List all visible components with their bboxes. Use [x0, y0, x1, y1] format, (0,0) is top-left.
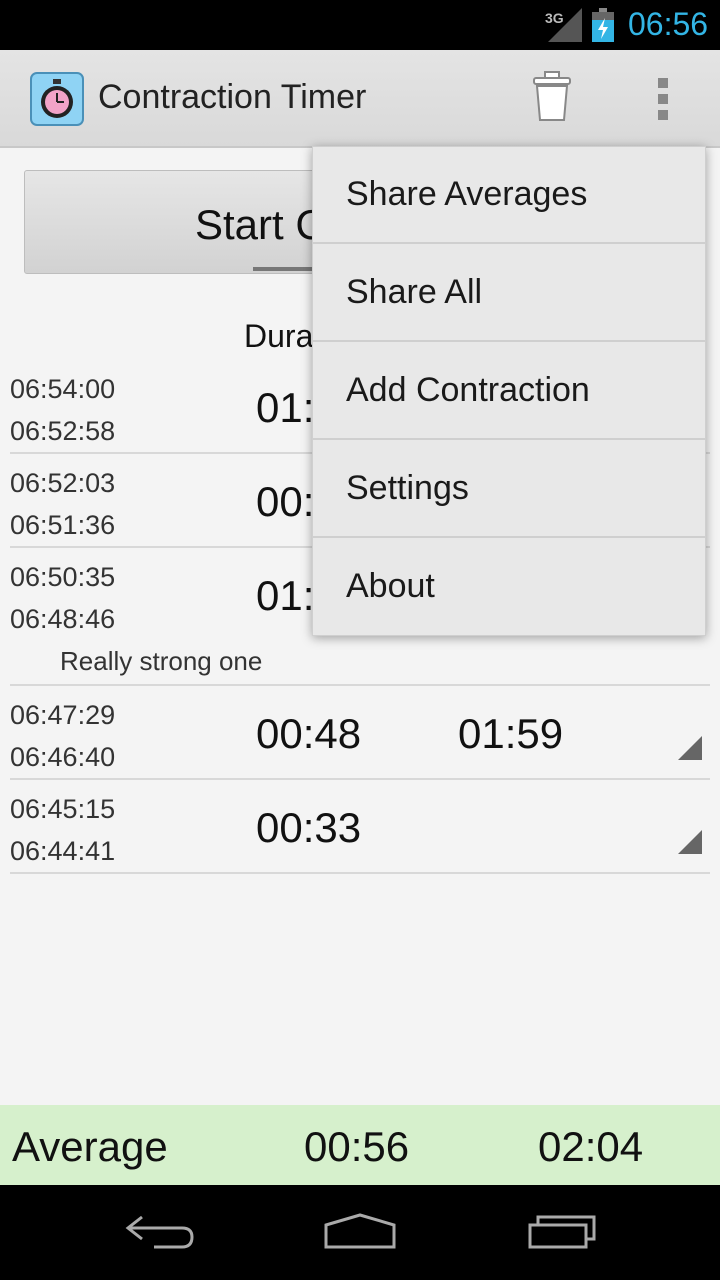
- contraction-end-time: 06:46:40: [10, 742, 116, 772]
- menu-item-label: Share All: [346, 273, 483, 311]
- home-icon[interactable]: [322, 1211, 398, 1251]
- menu-item-add-contraction[interactable]: Add Contraction: [313, 343, 705, 440]
- signal-icon: [548, 8, 582, 42]
- expand-row-icon[interactable]: [678, 830, 702, 854]
- contraction-start-time: 06:52:03: [10, 468, 116, 498]
- table-row[interactable]: 06:47:29 06:46:40 00:48 01:59: [10, 690, 710, 780]
- contraction-end-time: 06:48:46: [10, 604, 116, 634]
- app-title: Contraction Timer: [98, 78, 367, 116]
- contraction-start-time: 06:50:35: [10, 562, 116, 592]
- average-bar: Average 00:56 02:04: [0, 1105, 720, 1185]
- contraction-duration: 00:33: [256, 804, 362, 851]
- contraction-duration: 00:48: [256, 710, 362, 757]
- menu-item-settings[interactable]: Settings: [313, 441, 705, 538]
- navigation-bar: [0, 1185, 720, 1280]
- menu-item-about[interactable]: About: [313, 539, 705, 636]
- back-icon[interactable]: [124, 1211, 196, 1251]
- expand-row-icon[interactable]: [678, 736, 702, 760]
- contraction-end-time: 06:44:41: [10, 836, 116, 866]
- menu-item-label: Share Averages: [346, 175, 588, 213]
- status-clock: 06:56: [628, 6, 709, 42]
- average-label: Average: [12, 1123, 168, 1170]
- action-bar: Contraction Timer: [0, 50, 720, 148]
- status-bar: 3G 06:56: [0, 0, 720, 50]
- menu-item-label: About: [346, 567, 435, 605]
- recent-apps-icon[interactable]: [526, 1211, 598, 1251]
- menu-item-share-all[interactable]: Share All: [313, 245, 705, 342]
- average-frequency: 02:04: [538, 1123, 644, 1170]
- overflow-menu-icon[interactable]: [652, 76, 674, 122]
- contraction-end-time: 06:51:36: [10, 510, 116, 540]
- table-row[interactable]: 06:45:15 06:44:41 00:33: [10, 784, 710, 874]
- trash-icon[interactable]: [530, 70, 574, 124]
- contraction-start-time: 06:47:29: [10, 700, 116, 730]
- contraction-start-time: 06:45:15: [10, 794, 116, 824]
- overflow-menu: Share Averages Share All Add Contraction…: [312, 146, 706, 636]
- stopwatch-app-icon: [30, 72, 84, 126]
- battery-charging-icon: [592, 8, 614, 42]
- contraction-start-time: 06:54:00: [10, 374, 116, 404]
- contraction-end-time: 06:52:58: [10, 416, 116, 446]
- contraction-frequency: 01:59: [458, 710, 564, 757]
- contraction-note: Really strong one: [60, 646, 263, 676]
- menu-item-label: Settings: [346, 469, 469, 507]
- menu-item-share-averages[interactable]: Share Averages: [313, 147, 705, 244]
- menu-item-label: Add Contraction: [346, 371, 590, 409]
- average-duration: 00:56: [304, 1123, 410, 1170]
